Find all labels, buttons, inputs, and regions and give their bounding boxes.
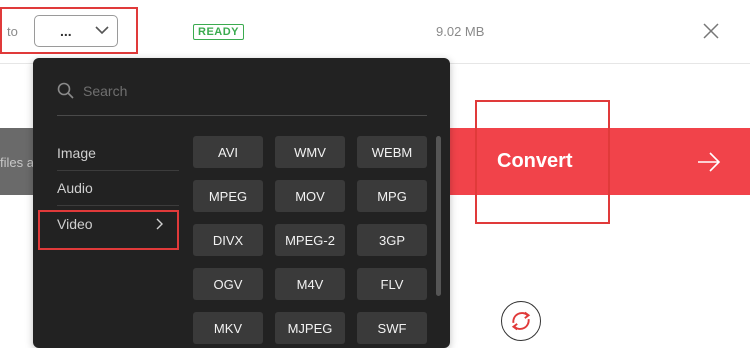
close-icon[interactable] xyxy=(703,23,719,39)
format-button-3gp[interactable]: 3GP xyxy=(357,224,427,256)
chevron-down-icon xyxy=(95,26,109,35)
format-button-mov[interactable]: MOV xyxy=(275,180,345,212)
category-label: Image xyxy=(57,145,96,161)
format-button-divx[interactable]: DIVX xyxy=(193,224,263,256)
category-item-audio[interactable]: Audio xyxy=(43,171,179,206)
format-button-wmv[interactable]: WMV xyxy=(275,136,345,168)
scrollbar[interactable] xyxy=(436,136,441,296)
format-button-mjpeg[interactable]: MJPEG xyxy=(275,312,345,344)
selected-format-value: ... xyxy=(60,23,72,39)
arrow-right-icon xyxy=(698,152,721,172)
format-dropdown: Image Audio Video AVIWMVWEBMMPEGMOVMPGDI… xyxy=(33,58,450,348)
category-label: Audio xyxy=(57,180,93,196)
video-category-highlight xyxy=(38,210,179,250)
search-input[interactable] xyxy=(81,80,425,102)
divider xyxy=(57,205,179,206)
refresh-icon[interactable] xyxy=(501,301,541,341)
format-button-mpeg-2[interactable]: MPEG-2 xyxy=(275,224,345,256)
category-item-image[interactable]: Image xyxy=(43,136,179,171)
convert-highlight xyxy=(475,100,610,224)
format-button-webm[interactable]: WEBM xyxy=(357,136,427,168)
format-button-mpeg[interactable]: MPEG xyxy=(193,180,263,212)
format-button-avi[interactable]: AVI xyxy=(193,136,263,168)
files-hint-text: files a xyxy=(0,155,34,170)
file-row: to ... READY 9.02 MB xyxy=(0,0,750,64)
format-button-m4v[interactable]: M4V xyxy=(275,268,345,300)
search-icon xyxy=(57,82,74,99)
file-size: 9.02 MB xyxy=(436,24,485,39)
format-button-ogv[interactable]: OGV xyxy=(193,268,263,300)
format-button-flv[interactable]: FLV xyxy=(357,268,427,300)
status-badge: READY xyxy=(193,24,245,40)
format-button-mkv[interactable]: MKV xyxy=(193,312,263,344)
format-grid: AVI WMV WEBM MPEG MOV MPG DIVX MPEG-2 3GP OGV M4V F… xyxy=(193,136,427,344)
format-button-swf[interactable]: SWF xyxy=(357,312,427,344)
format-button-mpg[interactable]: MPG xyxy=(357,180,427,212)
search-underline xyxy=(57,115,427,116)
format-select[interactable]: ... xyxy=(34,15,118,47)
